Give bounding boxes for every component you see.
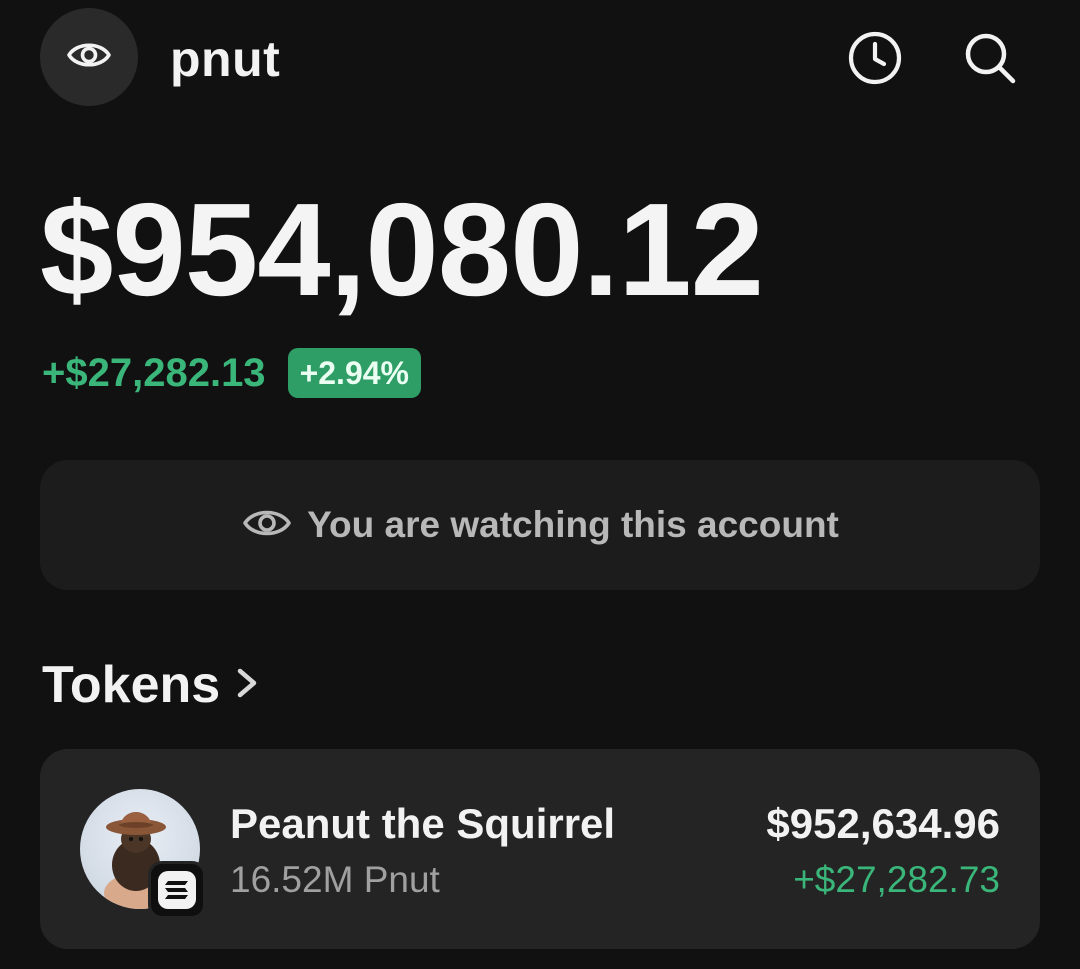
watching-banner: You are watching this account xyxy=(40,460,1040,590)
chevron-right-icon xyxy=(232,663,262,708)
eye-icon xyxy=(241,497,293,554)
token-change: +$27,282.73 xyxy=(793,859,1000,900)
watching-text: You are watching this account xyxy=(307,504,839,545)
account-name[interactable]: pnut xyxy=(170,28,280,90)
clock-icon xyxy=(846,29,904,92)
eye-icon xyxy=(65,31,113,84)
tokens-title: Tokens xyxy=(42,656,221,714)
token-name: Peanut the Squirrel xyxy=(230,800,616,847)
token-row[interactable]: Peanut the Squirrel 16.52M Pnut $952,634… xyxy=(40,749,1040,949)
balance-change-row: +$27,282.13 +2.94% xyxy=(42,345,421,401)
history-button[interactable] xyxy=(845,30,905,90)
token-quantity: 16.52M Pnut xyxy=(230,859,440,900)
total-balance: $954,080.12 xyxy=(40,176,764,323)
search-icon xyxy=(961,29,1019,92)
watch-mode-button[interactable] xyxy=(40,8,138,106)
solana-icon xyxy=(158,871,196,909)
change-percent-badge: +2.94% xyxy=(287,348,421,398)
tokens-section-link[interactable]: Tokens xyxy=(42,650,262,720)
change-amount: +$27,282.13 xyxy=(42,351,266,395)
header: pnut xyxy=(0,0,1080,120)
wallet-screen: pnut $954,080.12 +$27,282.13 +2.94% You … xyxy=(0,0,1080,969)
search-button[interactable] xyxy=(960,30,1020,90)
token-value: $952,634.96 xyxy=(766,800,1000,847)
chain-badge xyxy=(148,861,206,919)
